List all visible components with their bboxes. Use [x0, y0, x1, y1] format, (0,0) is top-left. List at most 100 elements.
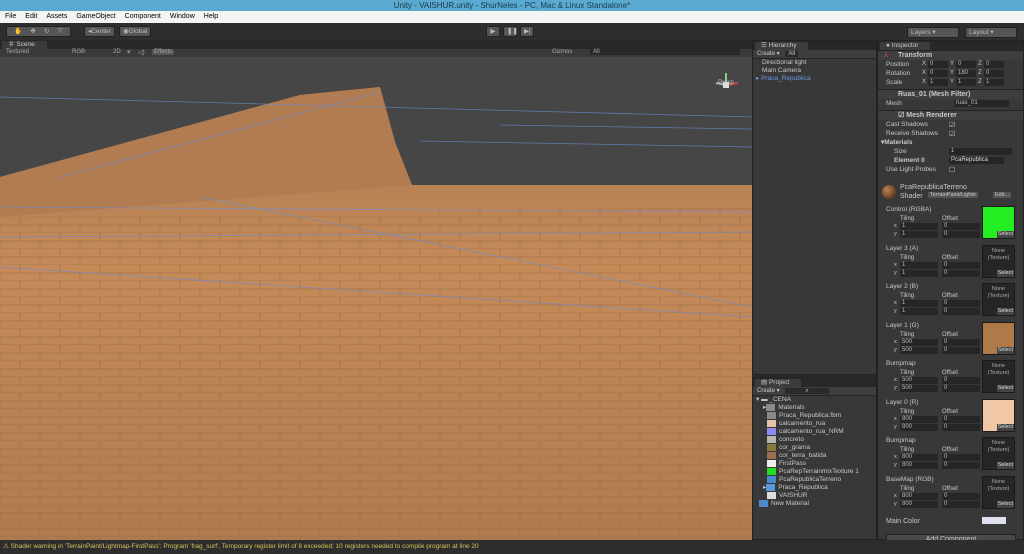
texture-slot-empty[interactable]: None (Texture)Select	[982, 437, 1015, 470]
scene-search[interactable]: All	[590, 49, 740, 55]
offset-x-field[interactable]: 0	[942, 262, 980, 269]
select-button[interactable]: Select	[997, 308, 1014, 315]
texture-slot-empty[interactable]: None (Texture)Select	[982, 360, 1015, 393]
scene-viewport[interactable]: Persp	[0, 57, 752, 540]
offset-y-field[interactable]: 0	[942, 424, 980, 431]
position-y-field[interactable]: 0	[956, 61, 976, 68]
move-tool-icon[interactable]: ✥	[30, 27, 35, 36]
persp-label[interactable]: Persp	[718, 80, 734, 86]
layers-dropdown[interactable]: Layers ▾	[907, 27, 959, 38]
lighting-icon[interactable]: ☀	[126, 49, 131, 56]
offset-x-field[interactable]: 0	[942, 339, 980, 346]
select-button[interactable]: Select	[997, 462, 1014, 469]
tiling-y-field[interactable]: 1	[900, 270, 938, 277]
color-mode-dropdown[interactable]: RGB	[72, 49, 85, 55]
tiling-x-field[interactable]: 800	[900, 493, 938, 500]
hierarchy-item[interactable]: ▸ Praca_Republica	[753, 75, 876, 83]
mesh-renderer-header[interactable]: ☑ Mesh Renderer	[878, 110, 1023, 120]
step-button[interactable]: ▶|	[520, 26, 534, 37]
hierarchy-create-button[interactable]: Create	[757, 51, 775, 57]
effects-dropdown[interactable]: Effects	[152, 49, 174, 55]
tiling-x-field[interactable]: 500	[900, 377, 938, 384]
project-item[interactable]: calcamento_rua	[753, 420, 876, 428]
menu-file[interactable]: File	[5, 11, 16, 23]
tiling-x-field[interactable]: 1	[900, 300, 938, 307]
pause-button[interactable]: ❚❚	[503, 26, 517, 37]
tab-inspector[interactable]: ● Inspector	[880, 42, 930, 50]
receive-shadows-checkbox[interactable]: ☑	[949, 130, 955, 138]
project-item[interactable]: cor_grama	[753, 444, 876, 452]
status-bar[interactable]: ⚠ Shader warning in 'TerrainPaint/Lightm…	[0, 540, 1024, 554]
tiling-x-field[interactable]: 1	[900, 262, 938, 269]
transform-header[interactable]: Transform	[878, 50, 1023, 60]
tiling-y-field[interactable]: 800	[900, 462, 938, 469]
project-item[interactable]: ▸Materials	[753, 404, 876, 412]
materials-foldout[interactable]: ▾Materials	[881, 139, 912, 147]
project-item[interactable]: PcaRepTerrainmixTexture 1	[753, 468, 876, 476]
rotation-z-field[interactable]: 0	[984, 70, 1004, 77]
mesh-filter-header[interactable]: Ruas_01 (Mesh Filter)	[878, 89, 1023, 99]
audio-icon[interactable]: ◁)	[138, 49, 145, 56]
project-item[interactable]: ▸Praca_Republica	[753, 484, 876, 492]
scale-y-field[interactable]: 1	[956, 79, 976, 86]
project-item[interactable]: New Material	[753, 500, 876, 508]
texture-thumbnail[interactable]: Select	[982, 322, 1015, 355]
2d-toggle[interactable]: 2D	[113, 49, 121, 55]
menu-assets[interactable]: Assets	[46, 11, 67, 23]
menu-window[interactable]: Window	[170, 11, 195, 23]
main-color-swatch[interactable]	[982, 517, 1006, 524]
texture-thumbnail[interactable]: Select	[982, 206, 1015, 239]
select-button[interactable]: Select	[997, 347, 1014, 354]
light-probes-checkbox[interactable]: ☐	[949, 166, 955, 174]
tiling-y-field[interactable]: 500	[900, 385, 938, 392]
hierarchy-item[interactable]: Directional light	[753, 59, 876, 67]
offset-x-field[interactable]: 0	[942, 493, 980, 500]
project-item[interactable]: VAISHUR	[753, 492, 876, 500]
select-button[interactable]: Select	[997, 385, 1014, 392]
tiling-x-field[interactable]: 1	[900, 223, 938, 230]
pivot-global-toggle[interactable]: ◉Global	[119, 26, 151, 37]
select-button[interactable]: Select	[997, 231, 1014, 238]
offset-y-field[interactable]: 0	[942, 501, 980, 508]
tab-project[interactable]: ▤ Project	[755, 379, 801, 387]
menu-gameobject[interactable]: GameObject	[76, 11, 115, 23]
texture-slot-empty[interactable]: None (Texture)Select	[982, 476, 1015, 509]
hierarchy-item[interactable]: Main Camera	[753, 67, 876, 75]
layout-dropdown[interactable]: Layout ▾	[965, 27, 1017, 38]
rotation-x-field[interactable]: 0	[928, 70, 948, 77]
texture-slot-empty[interactable]: None (Texture)Select	[982, 283, 1015, 316]
offset-y-field[interactable]: 0	[942, 231, 980, 238]
scale-x-field[interactable]: 1	[928, 79, 948, 86]
project-item[interactable]: cor_terra_batida	[753, 452, 876, 460]
play-button[interactable]: ▶	[486, 26, 500, 37]
tiling-y-field[interactable]: 1	[900, 308, 938, 315]
tiling-x-field[interactable]: 500	[900, 339, 938, 346]
tiling-y-field[interactable]: 800	[900, 501, 938, 508]
offset-y-field[interactable]: 0	[942, 270, 980, 277]
shader-edit-button[interactable]: Edit...	[993, 192, 1011, 198]
project-item[interactable]: Praca_Republica.fbm	[753, 412, 876, 420]
hand-tool-icon[interactable]: ✋	[14, 27, 22, 36]
mesh-field[interactable]: ruas_01	[954, 100, 1009, 107]
offset-y-field[interactable]: 0	[942, 347, 980, 354]
menu-edit[interactable]: Edit	[25, 11, 37, 23]
project-item[interactable]: PcaRepublicaTerreno	[753, 476, 876, 484]
tiling-x-field[interactable]: 800	[900, 416, 938, 423]
rotate-tool-icon[interactable]: ↻	[44, 27, 49, 36]
tiling-x-field[interactable]: 800	[900, 454, 938, 461]
offset-x-field[interactable]: 0	[942, 454, 980, 461]
project-search[interactable]: ⌕	[785, 388, 828, 394]
hierarchy-search[interactable]: All	[785, 51, 798, 57]
scale-tool-icon[interactable]: ⤧	[58, 27, 63, 36]
offset-y-field[interactable]: 0	[942, 462, 980, 469]
shader-dropdown[interactable]: TerrainPaint/Lighte	[928, 192, 978, 198]
tab-hierarchy[interactable]: ☰ Hierarchy	[755, 42, 808, 50]
tiling-y-field[interactable]: 800	[900, 424, 938, 431]
offset-x-field[interactable]: 0	[942, 223, 980, 230]
element-0-field[interactable]: PcaRepublica	[949, 157, 1004, 164]
scale-z-field[interactable]: 1	[984, 79, 1004, 86]
size-field[interactable]: 1	[949, 148, 1012, 155]
offset-x-field[interactable]: 0	[942, 377, 980, 384]
render-mode-dropdown[interactable]: Textured	[6, 49, 29, 55]
project-item[interactable]: FirstPass	[753, 460, 876, 468]
